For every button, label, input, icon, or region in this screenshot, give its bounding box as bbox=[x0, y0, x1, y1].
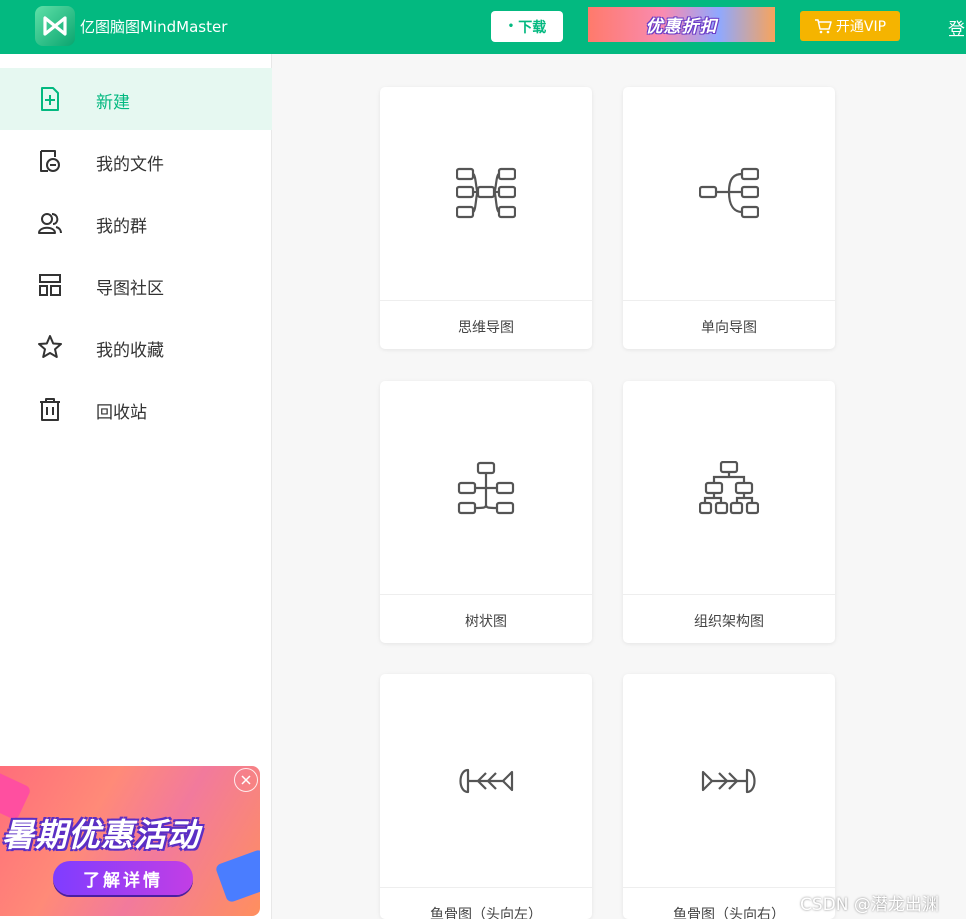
template-label: 组织架构图 bbox=[694, 614, 764, 630]
template-card-tree-chart[interactable]: 树状图 bbox=[380, 381, 592, 643]
discount-promo-banner[interactable]: 优惠折扣 bbox=[588, 7, 775, 42]
sidebar-item-label: 我的文件 bbox=[96, 155, 164, 175]
mindmaster-logo-icon[interactable] bbox=[35, 6, 75, 46]
close-icon[interactable] bbox=[234, 768, 258, 792]
top-header: 亿图脑图MindMaster • 下载 优惠折扣 开通VIP 登 bbox=[0, 0, 966, 54]
template-label: 树状图 bbox=[465, 614, 507, 630]
trash-icon bbox=[40, 398, 60, 421]
watermark: CSDN @潜龙出渊 bbox=[800, 895, 939, 915]
sidebar-item-trash[interactable]: 回收站 bbox=[0, 378, 272, 440]
sidebar-item-favorites[interactable]: 我的收藏 bbox=[0, 316, 272, 378]
sidebar-item-new[interactable]: 新建 bbox=[0, 68, 272, 130]
sidebar-item-label: 导图社区 bbox=[96, 279, 164, 299]
template-card-fishbone-left[interactable]: 鱼骨图（头向左） bbox=[380, 674, 592, 919]
ad-title: 暑期优惠活动 bbox=[2, 816, 201, 854]
fishbone-right-icon bbox=[701, 768, 756, 793]
template-card-one-way-map[interactable]: 单向导图 bbox=[623, 87, 835, 349]
sidebar-item-label: 我的收藏 bbox=[96, 341, 164, 361]
sidebar-item-my-groups[interactable]: 我的群 bbox=[0, 192, 272, 254]
community-icon bbox=[39, 274, 61, 296]
template-card-fishbone-right[interactable]: 鱼骨图（头向右） bbox=[623, 674, 835, 919]
cart-icon bbox=[814, 19, 832, 34]
learn-more-button[interactable]: 了解详情 bbox=[53, 861, 193, 895]
dot-icon: • bbox=[507, 21, 515, 32]
promo-label: 优惠折扣 bbox=[645, 17, 718, 37]
download-label: 下载 bbox=[518, 19, 547, 36]
org-chart-icon bbox=[699, 460, 759, 514]
vip-label: 开通VIP bbox=[835, 19, 887, 35]
sidebar-item-label: 回收站 bbox=[96, 403, 147, 423]
sidebar-item-label: 我的群 bbox=[96, 217, 147, 237]
sidebar-item-my-files[interactable]: 我的文件 bbox=[0, 130, 272, 192]
one-way-map-icon bbox=[699, 167, 759, 218]
my-files-icon bbox=[40, 150, 60, 172]
template-label: 单向导图 bbox=[701, 320, 757, 336]
login-link[interactable]: 登 bbox=[948, 15, 965, 40]
new-file-icon bbox=[41, 87, 59, 111]
tree-chart-icon bbox=[457, 461, 515, 514]
fishbone-left-icon bbox=[459, 768, 514, 793]
decoration bbox=[214, 848, 260, 904]
sidebar-item-community[interactable]: 导图社区 bbox=[0, 254, 272, 316]
star-icon bbox=[38, 335, 62, 358]
open-vip-button[interactable]: 开通VIP bbox=[800, 11, 900, 41]
summer-promo-ad[interactable]: 暑期优惠活动 了解详情 bbox=[0, 766, 260, 916]
template-card-org-chart[interactable]: 组织架构图 bbox=[623, 381, 835, 643]
app-title: 亿图脑图MindMaster bbox=[80, 18, 228, 36]
group-icon bbox=[38, 213, 62, 234]
template-label: 鱼骨图（头向左） bbox=[430, 907, 542, 919]
template-label: 思维导图 bbox=[458, 320, 514, 336]
download-button[interactable]: • 下载 bbox=[491, 11, 563, 42]
template-card-mind-map[interactable]: 思维导图 bbox=[380, 87, 592, 349]
mind-map-icon bbox=[456, 167, 516, 218]
sidebar-item-label: 新建 bbox=[96, 93, 130, 113]
